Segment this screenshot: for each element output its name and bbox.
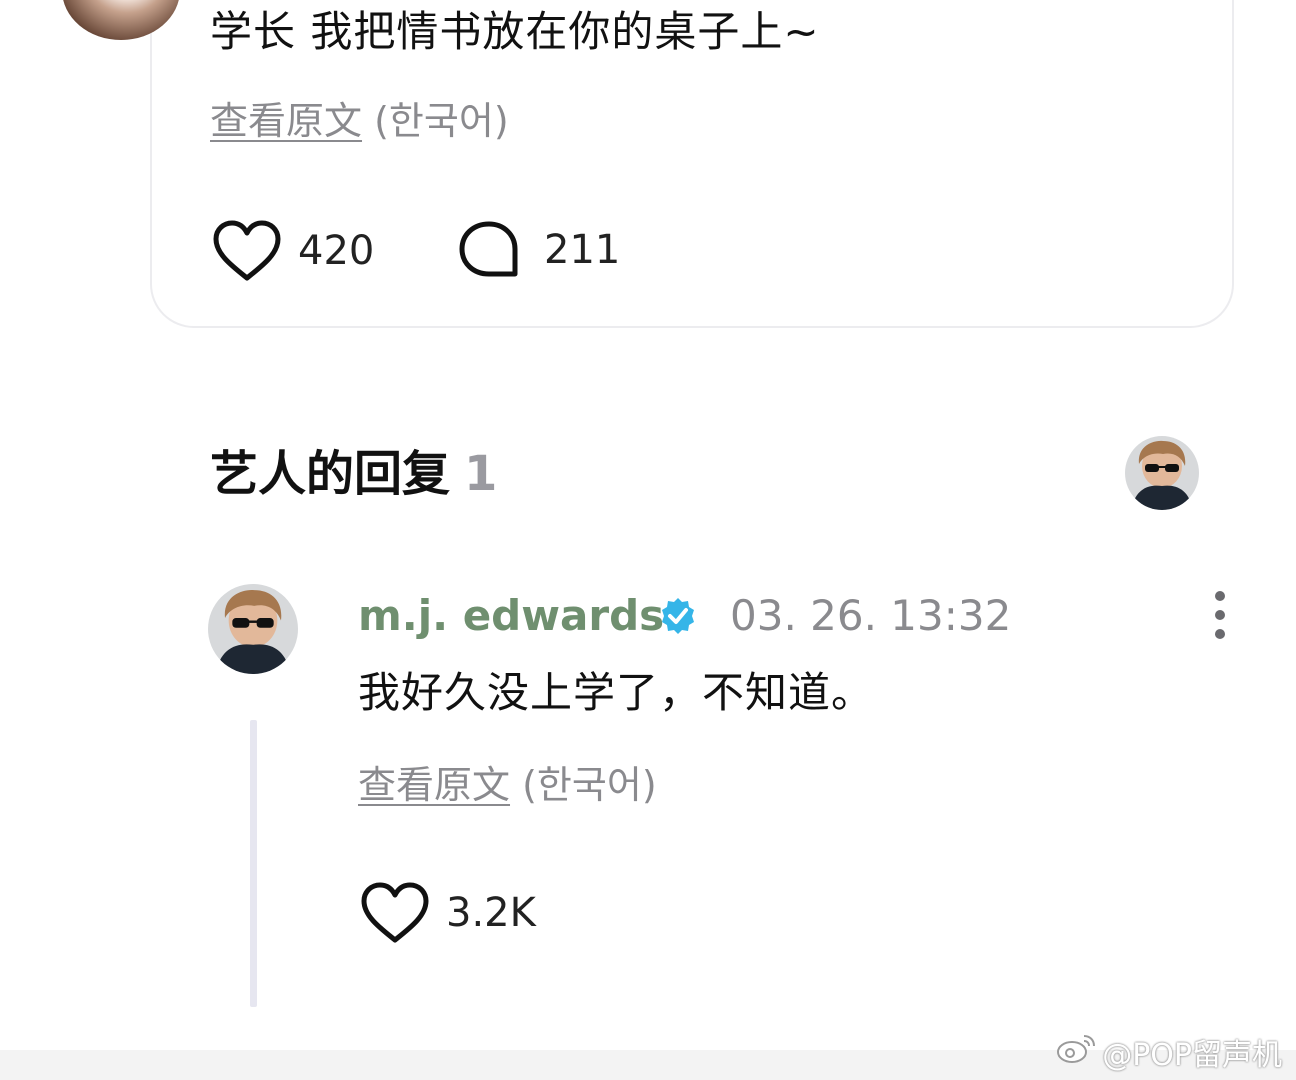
reply-timestamp: 03. 26. 13:32 bbox=[730, 591, 1012, 640]
artist-replies-count: 1 bbox=[464, 446, 498, 502]
artist-replies-heading: 艺人的回复 1 bbox=[210, 444, 497, 504]
post-comment-count: 211 bbox=[544, 227, 621, 273]
reply-like-button[interactable]: 3.2K bbox=[360, 882, 536, 944]
heart-icon bbox=[360, 882, 430, 944]
post-like-button[interactable]: 420 bbox=[212, 220, 374, 282]
post-language-label: (한국어) bbox=[374, 99, 509, 143]
comment-bubble-icon bbox=[458, 220, 520, 280]
reply-view-original-link[interactable]: 查看原文 bbox=[358, 763, 510, 807]
heart-icon bbox=[212, 220, 282, 282]
watermark: @POP留声机 bbox=[1056, 1030, 1282, 1074]
weibo-logo-icon bbox=[1056, 1032, 1096, 1072]
reply-text: 我好久没上学了，不知道。 bbox=[358, 668, 875, 717]
post-view-original-link[interactable]: 查看原文 bbox=[210, 99, 362, 143]
reply-more-button[interactable] bbox=[1200, 588, 1240, 642]
post-translate-row: 查看原文 (한국어) bbox=[210, 98, 509, 144]
reply-author-avatar[interactable] bbox=[208, 584, 298, 674]
reply-author-name[interactable]: m.j. edwards bbox=[358, 590, 664, 642]
artist-avatar-small[interactable] bbox=[1125, 436, 1199, 510]
reply-translate-row: 查看原文 (한국어) bbox=[358, 762, 657, 808]
more-vertical-icon bbox=[1200, 588, 1240, 642]
reply-thread-line bbox=[250, 720, 257, 1007]
reply-like-count: 3.2K bbox=[446, 890, 536, 936]
post-text: 学长 我把情书放在你的桌子上~ bbox=[210, 7, 820, 56]
post-comment-button[interactable]: 211 bbox=[458, 220, 620, 280]
watermark-text: @POP留声机 bbox=[1102, 1038, 1282, 1073]
post-like-count: 420 bbox=[298, 228, 375, 274]
artist-replies-title: 艺人的回复 bbox=[210, 446, 451, 502]
verified-badge-icon bbox=[658, 596, 698, 640]
reply-language-label: (한국어) bbox=[522, 763, 657, 807]
